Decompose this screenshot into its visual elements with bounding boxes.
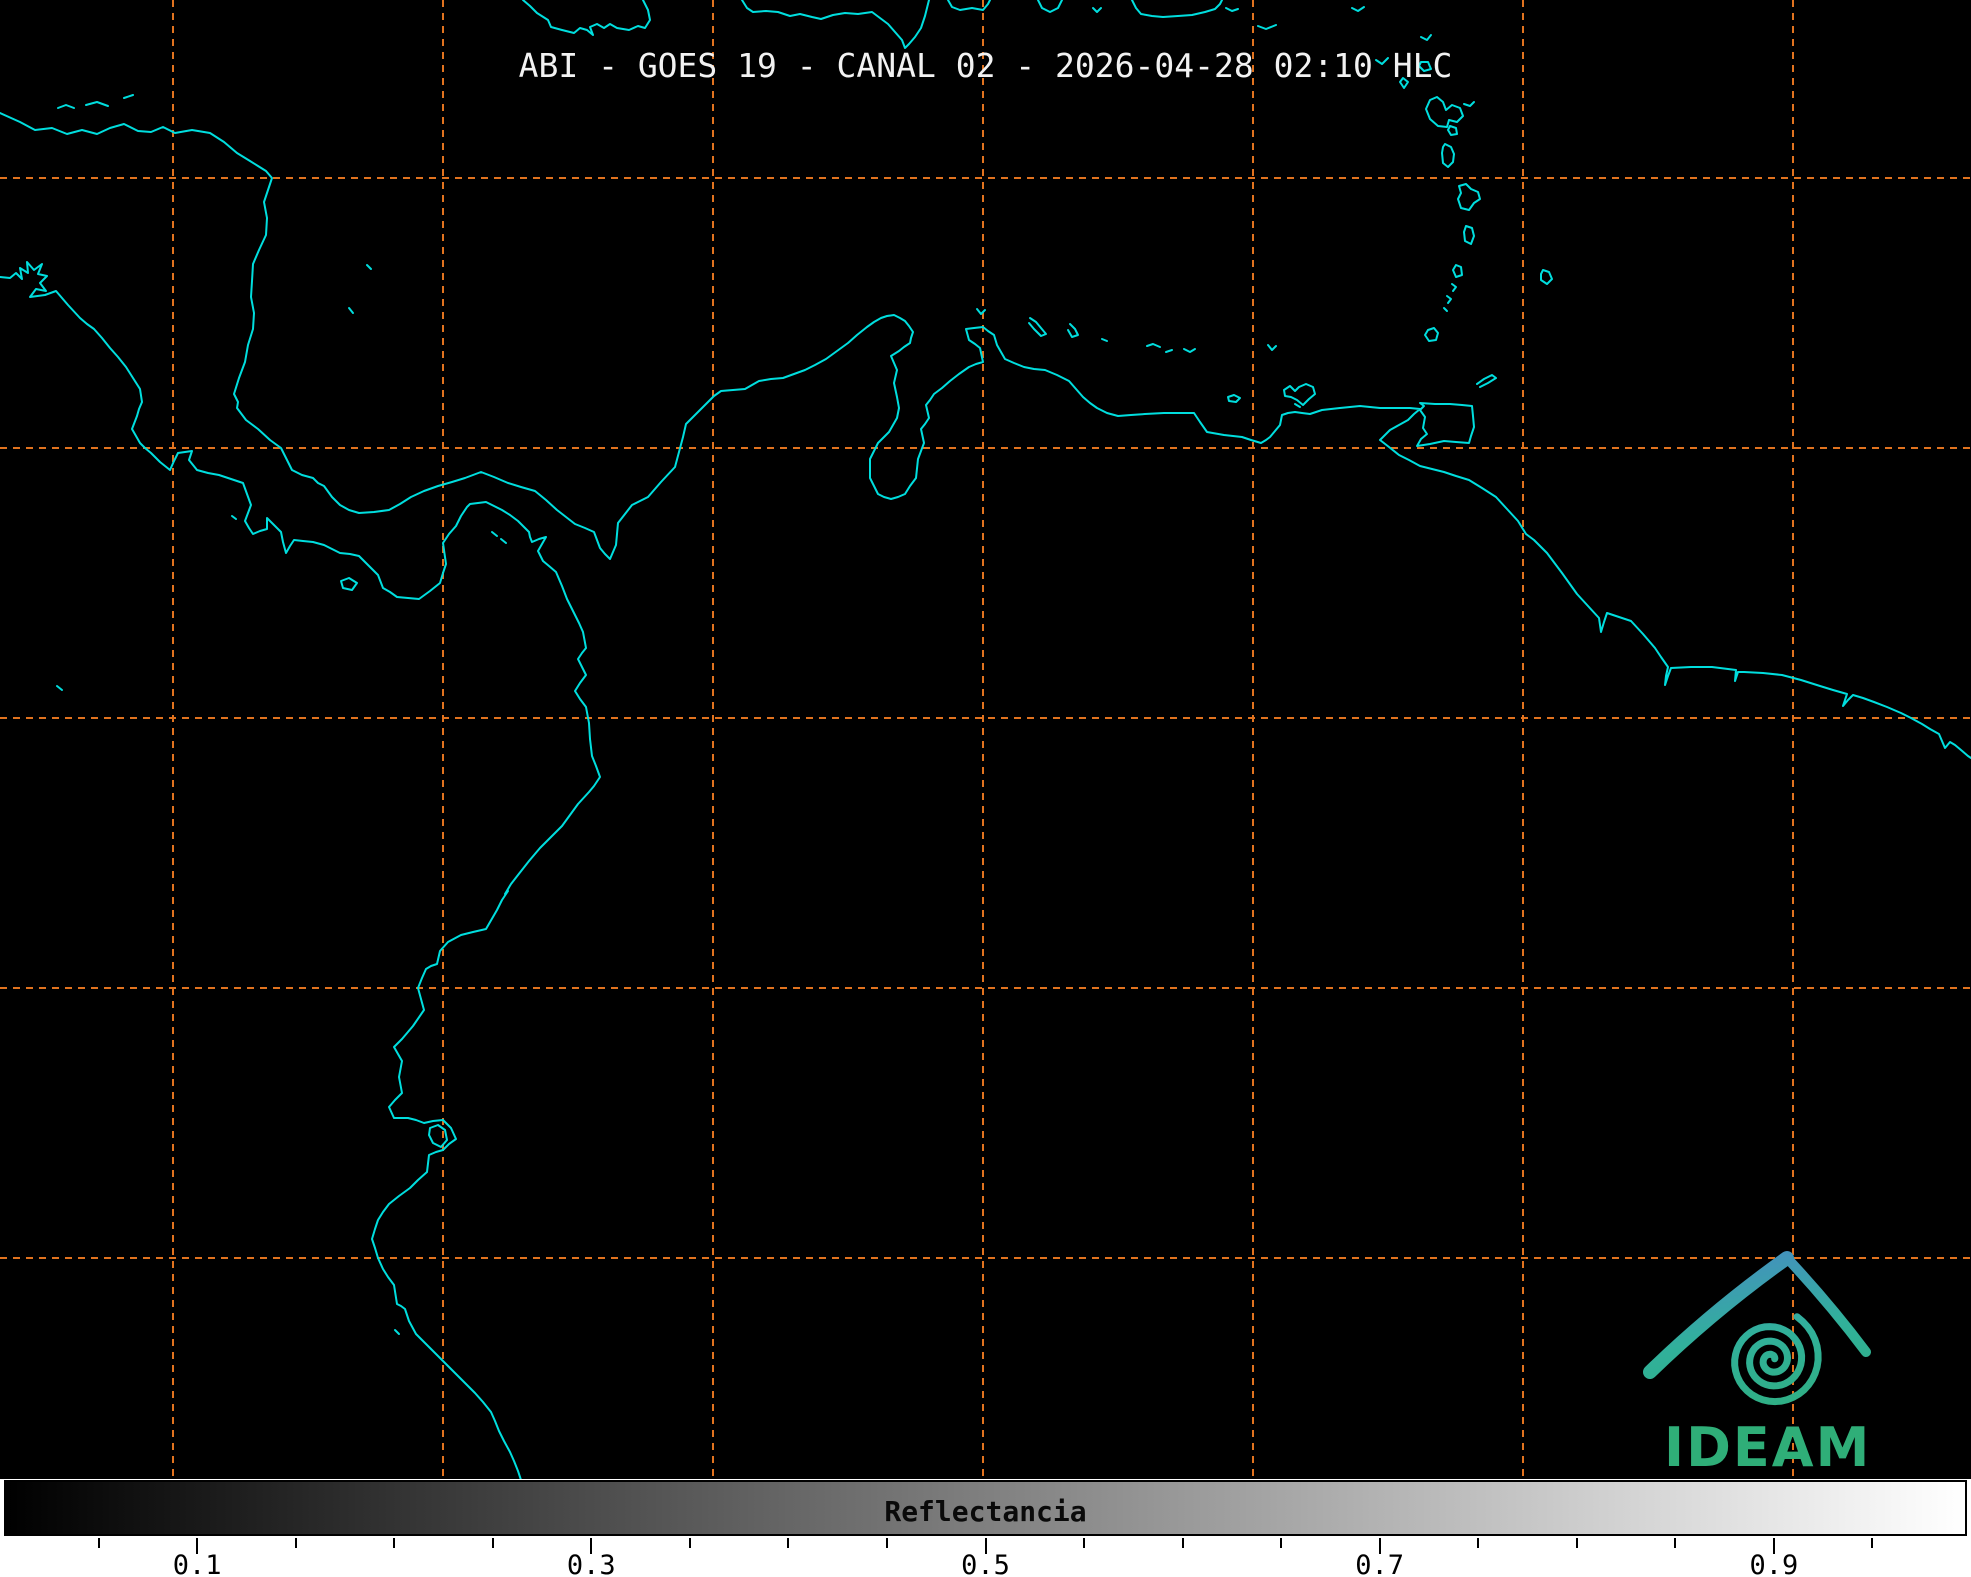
- coastline-curacao: [1029, 318, 1046, 336]
- colorbar-tick-label: 0.3: [567, 1553, 616, 1577]
- coastline-coche: [1295, 404, 1300, 407]
- coastline-trinidad: [1417, 403, 1474, 446]
- coastline-coiba: [341, 578, 357, 590]
- coastline-st-vincent: [1453, 265, 1462, 277]
- colorbar: Reflectancia 0.1 0.3 0.5 0.7 0.9: [0, 1479, 1971, 1577]
- coastline-isla-cano: [232, 516, 236, 519]
- coastline-los-roques: [1147, 344, 1160, 347]
- coastline-pacific-mainland: [0, 262, 600, 1479]
- coastline-barbuda: [1421, 35, 1431, 40]
- colorbar-minor-tick: [1576, 1538, 1578, 1548]
- coastline-la-tortuga: [1228, 395, 1240, 402]
- colorbar-minor-tick: [886, 1538, 888, 1548]
- coastline-anguilla: [1352, 7, 1364, 11]
- image-title: ABI - GOES 19 - CANAL 02 - 2026-04-28 02…: [0, 46, 1971, 85]
- logo-cyclone-spiral-icon: [1735, 1317, 1818, 1402]
- coastline-bonaire: [1068, 324, 1078, 337]
- coastline-isla-del-coco: [57, 686, 62, 690]
- coastline-bay-islands-utila: [58, 105, 74, 108]
- coastline-saona-fragment: [1038, 0, 1062, 12]
- coastline-las-aves: [1102, 339, 1107, 341]
- satellite-viewer: ABI - GOES 19 - CANAL 02 - 2026-04-28 02…: [0, 0, 1971, 1577]
- colorbar-gradient: Reflectancia: [4, 1480, 1967, 1536]
- colorbar-minor-tick: [295, 1538, 297, 1548]
- colorbar-minor-tick: [98, 1538, 100, 1548]
- coastline-desirade: [1464, 102, 1474, 106]
- coastline-san-andres: [349, 308, 353, 313]
- colorbar-minor-tick: [689, 1538, 691, 1548]
- ideam-logo: IDEAM: [1642, 1244, 1942, 1480]
- coastline-marie-galante: [1448, 126, 1457, 135]
- colorbar-minor-tick: [1280, 1538, 1282, 1548]
- coastline-los-roques-2: [1166, 350, 1172, 352]
- coastline-la-blanquilla: [1268, 345, 1276, 350]
- coastline-grenada: [1425, 328, 1438, 341]
- coastline-la-orchila: [1184, 349, 1195, 352]
- coastline-grenadines-3: [1444, 308, 1447, 311]
- coastline-pearl-islands-1: [492, 532, 497, 536]
- coastline-guadeloupe: [1426, 97, 1463, 127]
- coastline-bay-islands-guanaja: [124, 95, 133, 98]
- coastline-dominica: [1442, 144, 1454, 167]
- coastline-st-croix: [1258, 25, 1276, 29]
- colorbar-minor-tick: [1871, 1538, 1873, 1548]
- colorbar-label: Reflectancia: [6, 1495, 1965, 1528]
- colorbar-minor-tick: [787, 1538, 789, 1548]
- coastline-bay-islands-roatan: [86, 102, 108, 106]
- coastline-st-lucia: [1464, 226, 1474, 244]
- coastline-martinique: [1458, 184, 1480, 210]
- coastline-tobago: [1477, 375, 1496, 387]
- coastline-hispaniola-south: [742, 0, 929, 48]
- colorbar-minor-tick: [1083, 1538, 1085, 1548]
- colorbar-minor-tick: [492, 1538, 494, 1548]
- coastline-lobos-de-tierra: [395, 1330, 399, 1334]
- coastline-grenadines-2: [1447, 296, 1451, 303]
- coastline-pearl-islands-2: [501, 539, 506, 543]
- coastline-jamaica: [523, 0, 650, 35]
- coastline-puerto-rico-south: [1132, 0, 1222, 17]
- coastline-margarita: [1284, 384, 1315, 405]
- colorbar-minor-tick: [1182, 1538, 1184, 1548]
- coastline-barbados: [1541, 270, 1552, 284]
- colorbar-tick-label: 0.5: [961, 1553, 1010, 1577]
- coastline-caribbean-mainland: [0, 113, 1971, 758]
- coastline-mona: [1093, 8, 1101, 12]
- colorbar-tick-label: 0.9: [1750, 1553, 1799, 1577]
- coastline-grenadines-1: [1452, 284, 1456, 291]
- coastline-puna: [429, 1125, 447, 1147]
- colorbar-minor-tick: [1477, 1538, 1479, 1548]
- coastline-providencia: [367, 265, 371, 269]
- colorbar-tick-label: 0.7: [1355, 1553, 1404, 1577]
- colorbar-tick-label: 0.1: [173, 1553, 222, 1577]
- coastline-vieques: [1226, 8, 1238, 11]
- colorbar-minor-tick: [1674, 1538, 1676, 1548]
- logo-text: IDEAM: [1664, 1416, 1871, 1479]
- colorbar-minor-tick: [393, 1538, 395, 1548]
- logo-mountain-right-slope: [1787, 1258, 1866, 1352]
